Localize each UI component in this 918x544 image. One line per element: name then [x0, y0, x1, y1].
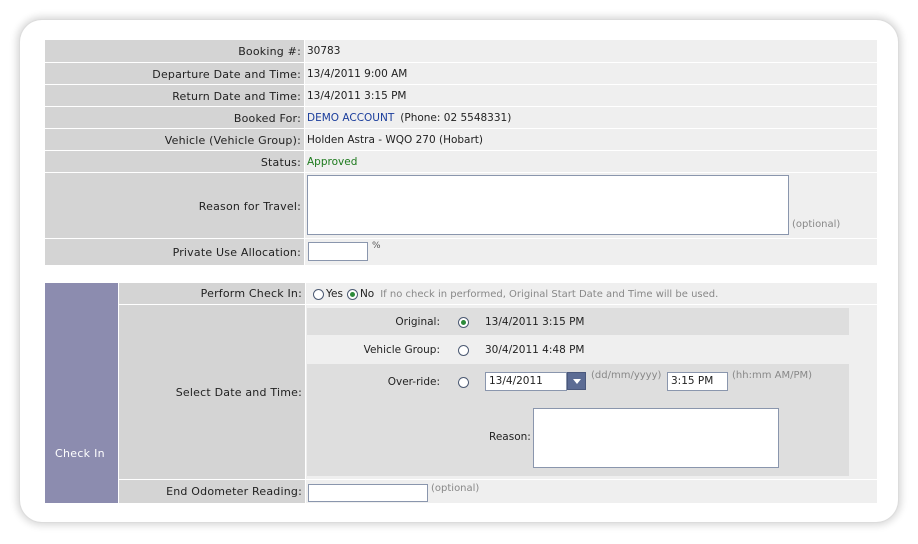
end-odometer-label-text: End Odometer Reading:: [166, 485, 302, 498]
row-booking-number: Booking #: 30783: [45, 39, 877, 62]
departure-value: 13/4/2011 9:00 AM: [305, 63, 877, 85]
return-value: 13/4/2011 3:15 PM: [305, 85, 877, 107]
override-date-dropdown-button[interactable]: [567, 372, 586, 390]
perform-no-radio[interactable]: [346, 288, 358, 300]
private-use-label: Private Use Allocation:: [45, 239, 304, 265]
reason-for-travel-label: Reason for Travel:: [45, 173, 304, 239]
override-date-value: 13/4/2011: [489, 375, 543, 387]
row-return: Return Date and Time: 13/4/2011 3:15 PM: [45, 84, 877, 107]
status-value: Approved: [305, 151, 877, 173]
override-reason-label: Reason:: [489, 431, 531, 443]
status-label: Status:: [45, 151, 304, 173]
check-in-section-text: Check In: [55, 447, 105, 460]
reason-for-travel-optional-hint: (optional): [792, 219, 841, 230]
option-vehicle-group-row: Vehicle Group: 30/4/2011 4:48 PM: [307, 336, 849, 363]
vehicle-label: Vehicle (Vehicle Group):: [45, 129, 304, 151]
override-date-format-hint: (dd/mm/yyyy): [591, 370, 662, 381]
perform-check-in-hint: If no check in performed, Original Start…: [380, 288, 719, 300]
booking-number-value: 30783: [305, 40, 877, 62]
perform-no-label: No: [359, 288, 375, 300]
override-time-value: 3:15 PM: [671, 375, 714, 387]
vehicle-value: Holden Astra - WQO 270 (Hobart): [305, 129, 877, 151]
row-booked-for: Booked For: DEMO ACCOUNT (Phone: 02 5548…: [45, 106, 877, 129]
row-private-use: Private Use Allocation:: [45, 238, 877, 265]
override-reason-textarea[interactable]: [533, 408, 779, 468]
end-odometer-input[interactable]: [308, 484, 428, 502]
end-odometer-label: End Odometer Reading:: [119, 480, 305, 503]
override-time-format-hint: (hh:mm AM/PM): [732, 370, 813, 381]
booked-for-value: DEMO ACCOUNT (Phone: 02 5548331): [305, 107, 877, 129]
perform-yes-label: Yes: [326, 288, 343, 300]
row-departure: Departure Date and Time: 13/4/2011 9:00 …: [45, 62, 877, 85]
override-label: Over-ride:: [387, 376, 440, 388]
row-end-odometer: End Odometer Reading:: [119, 480, 877, 503]
row-vehicle: Vehicle (Vehicle Group): Holden Astra - …: [45, 128, 877, 151]
booking-number-label: Booking #:: [45, 40, 304, 62]
vehicle-group-label: Vehicle Group:: [363, 344, 440, 356]
end-odometer-optional-hint: (optional): [431, 483, 480, 494]
return-label: Return Date and Time:: [45, 85, 304, 107]
original-radio[interactable]: [458, 317, 469, 328]
original-value: 13/4/2011 3:15 PM: [485, 316, 585, 328]
select-date-time-label-text: Select Date and Time:: [175, 385, 302, 399]
option-original-row: Original: 13/4/2011 3:15 PM: [307, 308, 849, 335]
check-in-section-label: Check In: [45, 283, 118, 503]
vehicle-group-value: 30/4/2011 4:48 PM: [485, 344, 585, 356]
reason-for-travel-textarea[interactable]: [307, 175, 789, 235]
perform-yes-radio[interactable]: [313, 288, 324, 300]
perform-check-in-options: Yes No If no check in performed, Origina…: [313, 287, 718, 301]
booked-for-label: Booked For:: [45, 107, 304, 129]
booked-for-phone: (Phone: 02 5548331): [400, 112, 512, 124]
select-date-time-label: Select Date and Time:: [119, 305, 305, 479]
override-radio[interactable]: [458, 377, 469, 388]
row-status: Status: Approved: [45, 150, 877, 173]
override-time-input[interactable]: 3:15 PM: [667, 372, 728, 391]
perform-check-in-label-text: Perform Check In:: [200, 287, 302, 300]
original-label: Original:: [395, 316, 440, 328]
perform-check-in-label: Perform Check In:: [119, 283, 305, 304]
private-use-input[interactable]: [308, 242, 368, 261]
booked-for-account-link[interactable]: DEMO ACCOUNT: [307, 112, 394, 124]
vehicle-group-radio[interactable]: [458, 345, 469, 356]
departure-label: Departure Date and Time:: [45, 63, 304, 85]
private-use-percent-sign: %: [372, 241, 381, 251]
private-use-cell: [305, 239, 877, 265]
override-date-input[interactable]: 13/4/2011: [485, 372, 567, 391]
